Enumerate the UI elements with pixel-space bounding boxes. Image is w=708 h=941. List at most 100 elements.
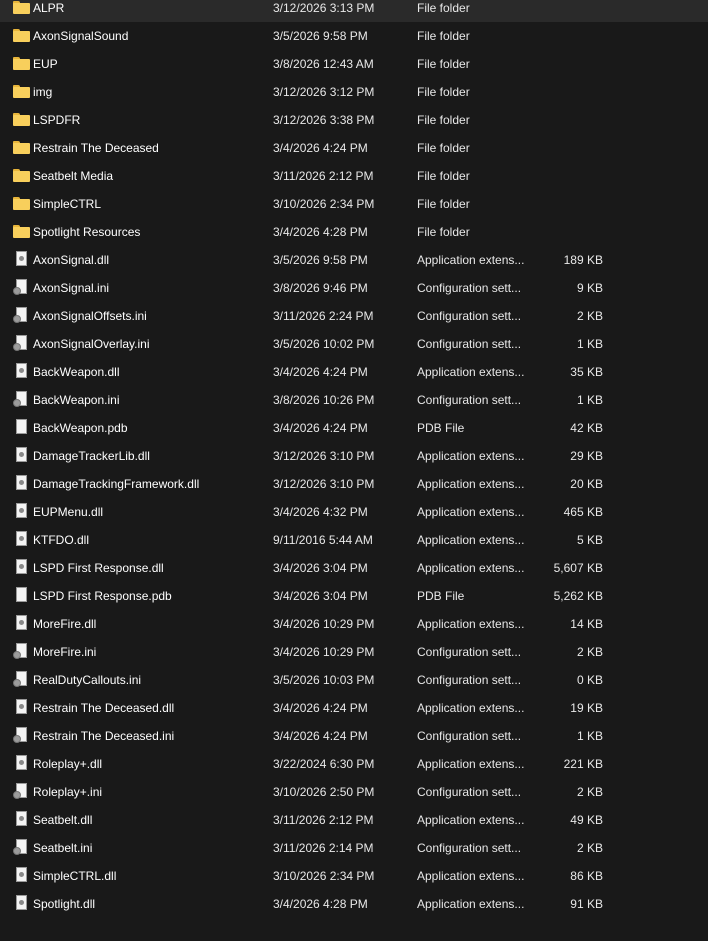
file-row[interactable]: AxonSignal.ini 3/8/2026 9:46 PM Configurat… [0,274,708,302]
file-name: LSPDFR [33,113,81,127]
file-type: Application extens... [417,505,525,519]
file-name: SimpleCTRL.dll [33,869,117,883]
file-type: Application extens... [417,449,525,463]
date-modified: 3/5/2026 10:02 PM [273,337,375,351]
file-row[interactable]: Roleplay+.ini 3/10/2026 2:50 PM Configurat… [0,778,708,806]
file-name: Seatbelt.dll [33,813,93,827]
file-row[interactable]: KTFDO.dll 9/11/2016 5:44 AM Application ex… [0,526,708,554]
folder-icon [13,225,31,239]
file-type: File folder [417,141,470,155]
file-row[interactable]: Seatbelt.ini 3/11/2026 2:14 PM Configurati… [0,834,708,862]
file-row[interactable]: DamageTrackingFramework.dll 3/12/2026 3:1… [0,470,708,498]
file-name: Spotlight Resources [33,225,141,239]
file-list: ALPR 3/12/2026 3:13 PM File folder AxonSign… [0,0,708,918]
dll-file-icon [13,503,31,519]
file-size: 5 KB [576,533,603,547]
file-row[interactable]: Restrain The Deceased.ini 3/4/2026 4:24 P… [0,722,708,750]
date-modified: 3/12/2026 3:10 PM [273,477,375,491]
folder-icon [13,141,31,155]
file-size: 0 KB [576,673,603,687]
file-row[interactable]: BackWeapon.ini 3/8/2026 10:26 PM Configura… [0,386,708,414]
file-type: Configuration sett... [417,281,522,295]
file-type: Application extens... [417,477,525,491]
folder-row[interactable]: ALPR 3/12/2026 3:13 PM File folder [0,0,708,22]
file-name: BackWeapon.pdb [33,421,128,435]
dll-file-icon [13,363,31,379]
settings-file-icon [13,335,31,351]
folder-row[interactable]: EUP 3/8/2026 12:43 AM File folder [0,50,708,78]
file-type: Application extens... [417,561,525,575]
folder-icon [13,113,31,127]
date-modified: 3/4/2026 4:32 PM [273,505,368,519]
file-name: LSPD First Response.pdb [33,589,172,603]
file-type: Configuration sett... [417,673,522,687]
file-name: img [33,85,53,99]
file-type: File folder [417,113,470,127]
folder-icon [13,197,31,211]
date-modified: 3/11/2026 2:14 PM [273,841,374,855]
file-name: AxonSignalSound [33,29,129,43]
file-row[interactable]: LSPD First Response.dll 3/4/2026 3:04 PM A… [0,554,708,582]
file-type: File folder [417,225,470,239]
file-size: 1 KB [576,393,603,407]
file-row[interactable]: EUPMenu.dll 3/4/2026 4:32 PM Application e… [0,498,708,526]
folder-row[interactable]: Restrain The Deceased 3/4/2026 4:24 PM Fil… [0,134,708,162]
file-type: Application extens... [417,365,525,379]
file-row[interactable]: RealDutyCallouts.ini 3/5/2026 10:03 PM Con… [0,666,708,694]
file-row[interactable]: BackWeapon.dll 3/4/2026 4:24 PM Applicatio… [0,358,708,386]
file-name: Restrain The Deceased.ini [33,729,175,743]
dll-file-icon [13,755,31,771]
file-row[interactable]: LSPD First Response.pdb 3/4/2026 3:04 PM P… [0,582,708,610]
file-size: 42 KB [570,421,603,435]
date-modified: 3/4/2026 4:24 PM [273,729,368,743]
file-type: File folder [417,169,470,183]
file-row[interactable]: MoreFire.ini 3/4/2026 10:29 PM Configurati… [0,638,708,666]
date-modified: 3/5/2026 10:03 PM [273,673,375,687]
file-name: Spotlight.dll [33,897,96,911]
folder-row[interactable]: Spotlight Resources 3/4/2026 4:28 PM File … [0,218,708,246]
file-row[interactable]: Spotlight.dll 3/4/2026 4:28 PM Application… [0,890,708,918]
file-type: Application extens... [417,869,525,883]
file-size: 14 KB [570,617,603,631]
folder-row[interactable]: SimpleCTRL 3/10/2026 2:34 PM File folder [0,190,708,218]
file-row[interactable]: Seatbelt.dll 3/11/2026 2:12 PM Application… [0,806,708,834]
file-type: Configuration sett... [417,309,522,323]
file-row[interactable]: Restrain The Deceased.dll 3/4/2026 4:24 P… [0,694,708,722]
file-type: File folder [417,29,470,43]
date-modified: 3/12/2026 3:13 PM [273,1,375,15]
dll-file-icon [13,447,31,463]
file-name: Restrain The Deceased.dll [33,701,175,715]
file-row[interactable]: SimpleCTRL.dll 3/10/2026 2:34 PM Applicati… [0,862,708,890]
file-name: AxonSignalOverlay.ini [33,337,150,351]
file-type: File folder [417,85,470,99]
file-row[interactable]: BackWeapon.pdb 3/4/2026 4:24 PM PDB File 42… [0,414,708,442]
file-type: Application extens... [417,897,525,911]
folder-row[interactable]: AxonSignalSound 3/5/2026 9:58 PM File fold… [0,22,708,50]
file-type: PDB File [417,421,465,435]
folder-icon [13,29,31,43]
folder-icon [13,85,31,99]
date-modified: 3/10/2026 2:34 PM [273,197,375,211]
file-row[interactable]: DamageTrackerLib.dll 3/12/2026 3:10 PM App… [0,442,708,470]
folder-row[interactable]: img 3/12/2026 3:12 PM File folder [0,78,708,106]
folder-row[interactable]: Seatbelt Media 3/11/2026 2:12 PM File fold… [0,162,708,190]
date-modified: 3/11/2026 2:12 PM [273,169,374,183]
file-row[interactable]: AxonSignalOverlay.ini 3/5/2026 10:02 PM Co… [0,330,708,358]
file-name: MoreFire.dll [33,617,97,631]
file-size: 29 KB [570,449,603,463]
settings-file-icon [13,279,31,295]
folder-row[interactable]: LSPDFR 3/12/2026 3:38 PM File folder [0,106,708,134]
file-size: 19 KB [570,701,603,715]
date-modified: 3/4/2026 3:04 PM [273,589,368,603]
file-row[interactable]: Roleplay+.dll 3/22/2024 6:30 PM Applicatio… [0,750,708,778]
date-modified: 3/12/2026 3:10 PM [273,449,375,463]
file-type: Configuration sett... [417,393,522,407]
file-row[interactable]: MoreFire.dll 3/4/2026 10:29 PM Application… [0,610,708,638]
dll-file-icon [13,559,31,575]
file-name: LSPD First Response.dll [33,561,164,575]
file-name: DamageTrackerLib.dll [33,449,150,463]
file-name: AxonSignal.dll [33,253,110,267]
file-type: Configuration sett... [417,337,522,351]
file-row[interactable]: AxonSignalOffsets.ini 3/11/2026 2:24 PM Co… [0,302,708,330]
file-row[interactable]: AxonSignal.dll 3/5/2026 9:58 PM Applicatio… [0,246,708,274]
